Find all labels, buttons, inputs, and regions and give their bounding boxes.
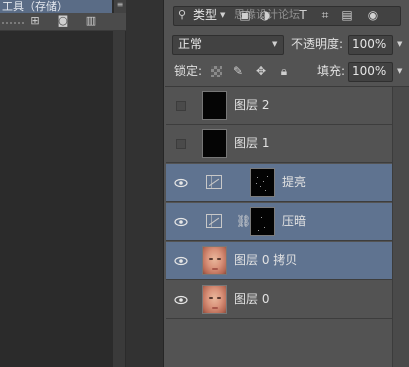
- layer-thumbnail: [202, 285, 227, 314]
- link-chain-icon[interactable]: ⛓: [236, 214, 251, 228]
- filter-toggle-icon[interactable]: ◉: [366, 8, 380, 23]
- layer-thumbnail: [202, 246, 227, 275]
- new-item-icon[interactable]: ⊞: [28, 14, 42, 28]
- lock-position-icon[interactable]: ✥: [254, 64, 268, 79]
- panel-menu-icon[interactable]: ≡: [114, 0, 126, 13]
- layer-name[interactable]: 图层 0: [234, 292, 269, 307]
- chevron-down-icon: ▼: [272, 40, 278, 48]
- eye-icon[interactable]: [174, 215, 188, 229]
- opacity-value: 100%: [352, 37, 387, 51]
- curves-adjustment-icon: [206, 214, 222, 228]
- eye-icon[interactable]: [174, 254, 188, 268]
- layer-row[interactable]: 图层 0 拷贝: [166, 242, 392, 280]
- lock-transparent-pixels-icon[interactable]: [211, 66, 222, 77]
- visibility-toggle-off[interactable]: [176, 139, 186, 149]
- lock-label: 锁定:: [174, 64, 203, 78]
- blend-mode-value: 正常: [178, 37, 203, 51]
- layer-row[interactable]: 图层 0: [166, 281, 392, 319]
- dock-gutter: [126, 0, 164, 367]
- layer-mask-thumbnail[interactable]: [250, 207, 275, 236]
- search-icon: ⚲: [178, 8, 187, 21]
- fill-value: 100%: [352, 64, 387, 78]
- layer-name[interactable]: 图层 2: [234, 98, 269, 113]
- left-panel-tab-title: 工具（存储）: [2, 0, 68, 13]
- visibility-toggle-off[interactable]: [176, 101, 186, 111]
- chevron-down-icon[interactable]: ▼: [397, 40, 402, 48]
- filter-smart-object-icon[interactable]: ▤: [340, 8, 354, 23]
- layer-name[interactable]: 图层 1: [234, 136, 269, 151]
- layer-row[interactable]: 图层 1: [166, 125, 392, 163]
- camera-icon[interactable]: ◙: [56, 14, 70, 28]
- layer-mask-thumbnail[interactable]: [250, 168, 275, 197]
- layers-scrollbar[interactable]: [392, 87, 409, 367]
- drag-handle[interactable]: [2, 22, 24, 26]
- layer-row[interactable]: ⛓ 压暗: [166, 203, 392, 241]
- trash-icon[interactable]: ▥: [84, 14, 98, 28]
- left-panel: [0, 0, 126, 367]
- layer-name[interactable]: 压暗: [282, 214, 306, 229]
- chevron-down-icon: ▼: [220, 11, 226, 19]
- curves-adjustment-icon: [206, 175, 222, 189]
- filter-shape-icon[interactable]: ⌗: [318, 8, 332, 23]
- layer-thumbnail: [202, 129, 227, 158]
- layer-name[interactable]: 提亮: [282, 175, 306, 190]
- chevron-down-icon[interactable]: ▼: [397, 67, 402, 75]
- left-panel-scrollbar[interactable]: [113, 31, 125, 367]
- left-panel-tab[interactable]: 工具（存储）: [0, 0, 112, 13]
- lock-all-icon[interactable]: 🔒︎: [277, 64, 291, 79]
- eye-icon[interactable]: [174, 176, 188, 190]
- eye-icon[interactable]: [174, 293, 188, 307]
- opacity-label: 不透明度:: [291, 37, 344, 51]
- layer-row[interactable]: 提亮: [166, 164, 392, 202]
- layer-name[interactable]: 图层 0 拷贝: [234, 253, 297, 268]
- layer-thumbnail: [202, 91, 227, 120]
- filter-kind-label[interactable]: 类型: [193, 8, 217, 23]
- layer-row[interactable]: 图层 2: [166, 87, 392, 125]
- fill-label: 填充:: [317, 64, 346, 78]
- lock-image-pixels-icon[interactable]: ✎: [231, 64, 245, 79]
- watermark-text: 思缘设计论坛: [234, 8, 300, 21]
